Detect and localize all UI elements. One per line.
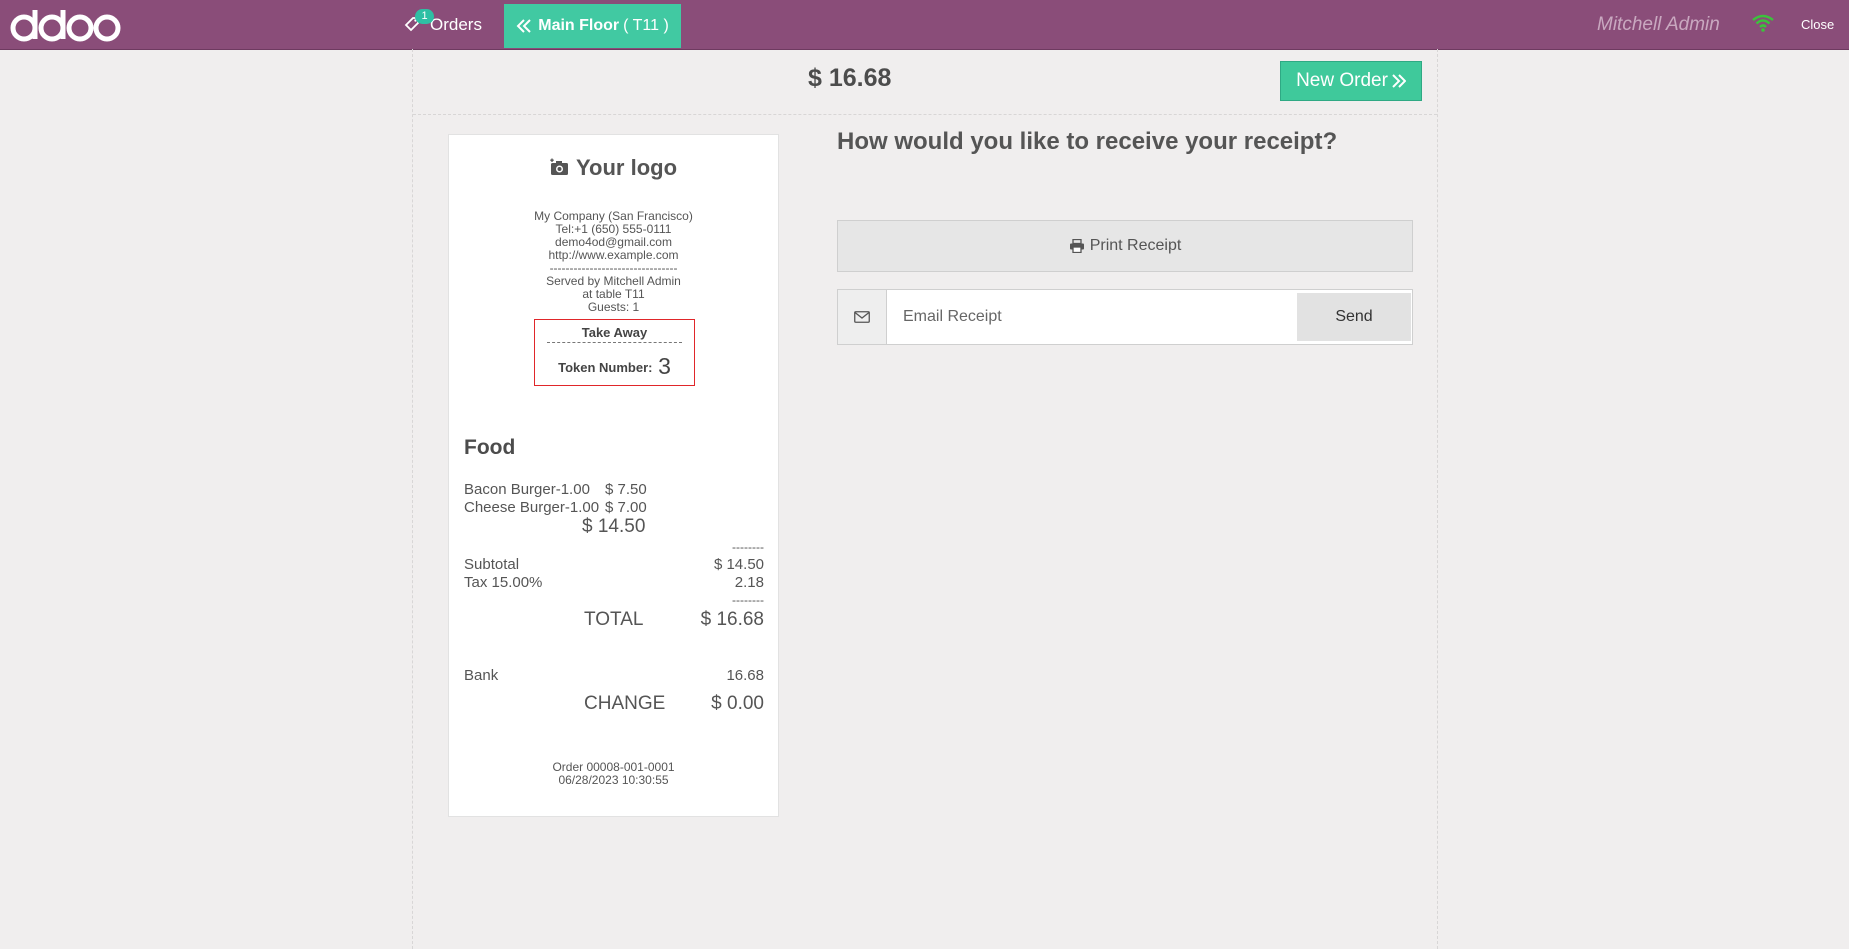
email-receipt-input[interactable] <box>887 290 1295 344</box>
ticket-icon: 1 <box>404 8 434 34</box>
table-label: ( T11 ) <box>623 17 669 34</box>
token-label: Token Number: <box>558 360 653 375</box>
order-date: 06/28/2023 10:30:55 <box>558 773 669 787</box>
tax-label: Tax 15.00% <box>464 574 543 591</box>
camera-icon <box>550 158 568 175</box>
new-order-button[interactable]: New Order <box>1280 61 1422 101</box>
print-receipt-button[interactable]: Print Receipt <box>837 220 1413 272</box>
logo-placeholder-label: Your logo <box>575 155 678 180</box>
total-value: $ 16.68 <box>700 609 764 630</box>
category-title: Food <box>464 436 516 459</box>
odoo-logo <box>10 10 121 42</box>
payment-screen-panel: $ 16.68 New Order Your logo My Company (… <box>412 49 1438 949</box>
order-line-price: $ 7.50 <box>605 481 647 498</box>
token-divider <box>547 342 682 343</box>
top-bar: 1 Orders Main Floor ( T11 ) Mitchell Adm… <box>0 0 1849 50</box>
receipt-preview: Your logo My Company (San Francisco) Tel… <box>448 134 779 817</box>
receipt-footer: Order 00008-001-0001 06/28/2023 10:30:55 <box>449 761 778 787</box>
category-total: $ 14.50 <box>582 516 646 537</box>
payment-method-label: Bank <box>464 667 499 684</box>
email-icon-cell <box>838 290 887 344</box>
change-value: $ 0.00 <box>711 693 764 714</box>
close-button[interactable]: Close <box>1801 17 1834 32</box>
token-info: Token Number: 3 <box>535 353 694 380</box>
screen-header: $ 16.68 New Order <box>413 49 1437 115</box>
envelope-icon <box>854 311 870 323</box>
subtotal-divider: -------- <box>732 540 764 554</box>
wifi-icon <box>1752 14 1774 32</box>
order-line-name: Cheese Burger-1.00 <box>464 499 600 516</box>
receipt-logo: Your logo <box>449 155 778 181</box>
new-order-label: New Order <box>1296 70 1388 91</box>
orders-button[interactable]: 1 Orders <box>404 0 482 49</box>
token-number: 3 <box>658 353 671 379</box>
order-line-price: $ 7.00 <box>605 499 647 516</box>
amount-due: $ 16.68 <box>808 64 892 92</box>
printer-icon <box>1069 239 1084 253</box>
guests-info: Guests: 1 <box>587 300 640 314</box>
take-away-label: Take Away <box>581 325 648 340</box>
floor-label: Main Floor <box>538 17 620 34</box>
double-chevron-right-icon <box>1392 74 1406 88</box>
orders-count-badge: 1 <box>415 8 434 24</box>
receipt-header: My Company (San Francisco) Tel:+1 (650) … <box>449 210 778 314</box>
take-away-token-box: Take Away Token Number: 3 <box>534 319 695 386</box>
subtotal-label: Subtotal <box>464 556 520 573</box>
floor-back-button[interactable]: Main Floor ( T11 ) <box>504 4 681 48</box>
change-label: CHANGE <box>584 693 666 714</box>
total-divider: -------- <box>732 593 764 607</box>
orders-label: Orders <box>430 14 482 34</box>
send-button[interactable]: Send <box>1297 293 1411 341</box>
tax-value: 2.18 <box>734 574 764 591</box>
print-receipt-label: Print Receipt <box>1089 237 1182 254</box>
double-chevron-left-icon <box>516 19 531 33</box>
user-name: Mitchell Admin <box>1597 14 1720 35</box>
order-line-name: Bacon Burger-1.00 <box>464 481 590 498</box>
total-label: TOTAL <box>584 609 644 630</box>
email-receipt-row: Send <box>837 289 1413 345</box>
payment-method-value: 16.68 <box>726 667 764 684</box>
subtotal-value: $ 14.50 <box>713 556 764 573</box>
receipt-question: How would you like to receive your recei… <box>837 128 1338 155</box>
